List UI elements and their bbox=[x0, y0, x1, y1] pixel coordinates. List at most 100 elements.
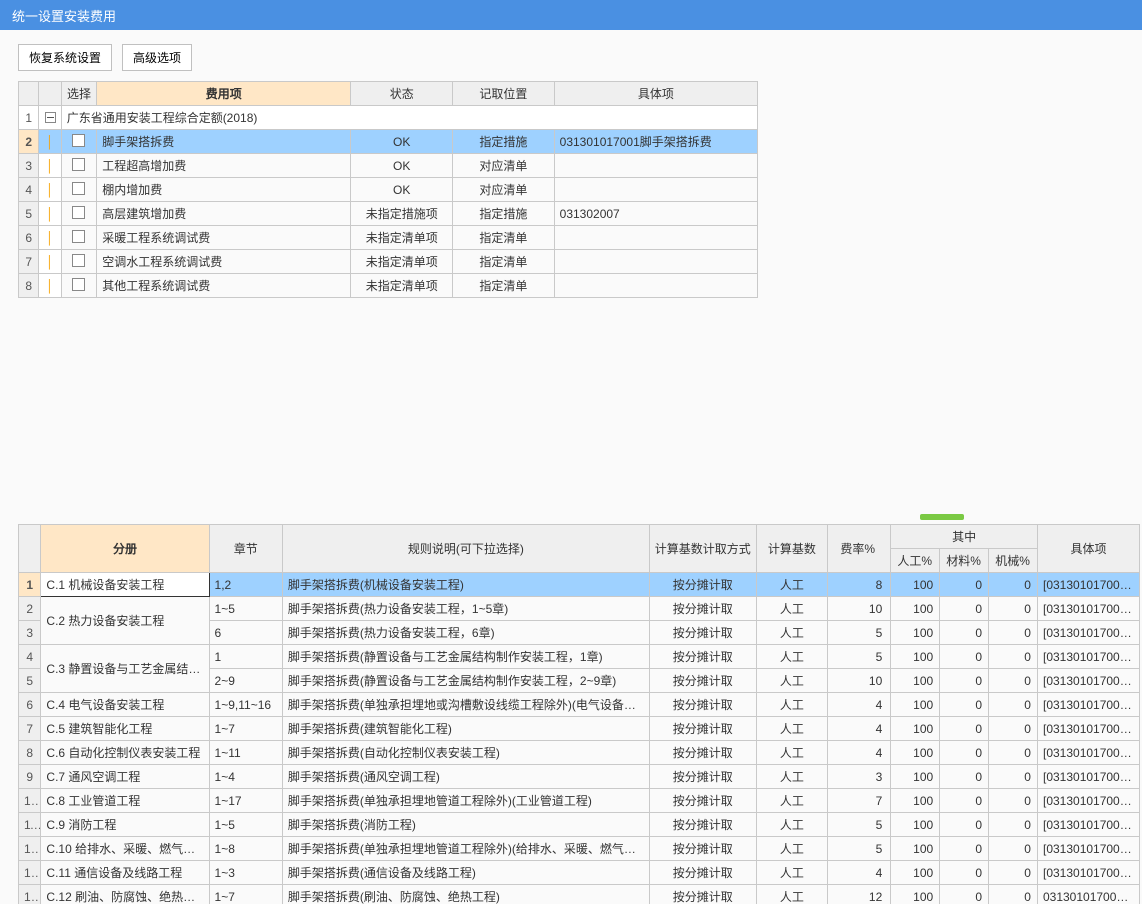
fee-items-table[interactable]: 选择 费用项 状态 记取位置 具体项 1广东省通用安装工程综合定额(2018)2… bbox=[18, 81, 758, 298]
location-cell[interactable]: 指定清单 bbox=[453, 250, 555, 274]
calc-method-cell[interactable]: 按分摊计取 bbox=[649, 621, 756, 645]
labor-cell[interactable]: 100 bbox=[891, 717, 940, 741]
checkbox-cell[interactable] bbox=[61, 130, 97, 154]
calc-method-cell[interactable]: 按分摊计取 bbox=[649, 693, 756, 717]
material-cell[interactable]: 0 bbox=[940, 693, 989, 717]
rule-cell[interactable]: 脚手架搭拆费(刷油、防腐蚀、绝热工程) bbox=[282, 885, 649, 904]
rate-cell[interactable]: 4 bbox=[828, 717, 891, 741]
table-row[interactable]: 10C.8 工业管道工程1~17脚手架搭拆费(单独承担埋地管道工程除外)(工业管… bbox=[19, 789, 1140, 813]
labor-cell[interactable]: 100 bbox=[891, 861, 940, 885]
chapter-header[interactable]: 章节 bbox=[209, 525, 282, 573]
rate-header[interactable]: 费率% bbox=[828, 525, 891, 573]
calc-base-cell[interactable]: 人工 bbox=[756, 765, 827, 789]
table-row[interactable]: 8│其他工程系统调试费未指定清单项指定清单 bbox=[19, 274, 758, 298]
machine-cell[interactable]: 0 bbox=[989, 717, 1038, 741]
rule-cell[interactable]: 脚手架搭拆费(单独承担埋地或沟槽敷设线缆工程除外)(电气设备… bbox=[282, 693, 649, 717]
rate-cell[interactable]: 5 bbox=[828, 645, 891, 669]
table-row[interactable]: 4│棚内增加费OK对应清单 bbox=[19, 178, 758, 202]
fee-item-header[interactable]: 费用项 bbox=[97, 82, 351, 106]
rule-cell[interactable]: 脚手架搭拆费(单独承担埋地管道工程除外)(工业管道工程) bbox=[282, 789, 649, 813]
rate-cell[interactable]: 5 bbox=[828, 813, 891, 837]
labor-cell[interactable]: 100 bbox=[891, 765, 940, 789]
machine-cell[interactable]: 0 bbox=[989, 645, 1038, 669]
machine-cell[interactable]: 0 bbox=[989, 765, 1038, 789]
rate-cell[interactable]: 10 bbox=[828, 597, 891, 621]
specific-cell-2[interactable]: [031301017001… bbox=[1037, 837, 1139, 861]
location-cell[interactable]: 对应清单 bbox=[453, 154, 555, 178]
rule-cell[interactable]: 脚手架搭拆费(建筑智能化工程) bbox=[282, 717, 649, 741]
volume-cell[interactable]: C.2 热力设备安装工程 bbox=[41, 597, 209, 645]
rate-cell[interactable]: 12 bbox=[828, 885, 891, 904]
labor-cell[interactable]: 100 bbox=[891, 669, 940, 693]
labor-cell[interactable]: 100 bbox=[891, 741, 940, 765]
material-cell[interactable]: 0 bbox=[940, 885, 989, 904]
chapter-cell[interactable]: 1~17 bbox=[209, 789, 282, 813]
chapter-cell[interactable]: 1,2 bbox=[209, 573, 282, 597]
labor-cell[interactable]: 100 bbox=[891, 597, 940, 621]
group-label[interactable]: 广东省通用安装工程综合定额(2018) bbox=[61, 106, 757, 130]
volume-header[interactable]: 分册 bbox=[41, 525, 209, 573]
calc-base-cell[interactable]: 人工 bbox=[756, 885, 827, 904]
rule-cell[interactable]: 脚手架搭拆费(消防工程) bbox=[282, 813, 649, 837]
material-cell[interactable]: 0 bbox=[940, 573, 989, 597]
volume-cell[interactable]: C.1 机械设备安装工程 bbox=[41, 573, 209, 597]
checkbox-cell[interactable] bbox=[61, 154, 97, 178]
machine-cell[interactable]: 0 bbox=[989, 813, 1038, 837]
checkbox-cell[interactable] bbox=[61, 274, 97, 298]
chapter-cell[interactable]: 1~7 bbox=[209, 717, 282, 741]
fee-item-cell[interactable]: 高层建筑增加费 bbox=[97, 202, 351, 226]
labor-header[interactable]: 人工% bbox=[891, 549, 940, 573]
calc-method-cell[interactable]: 按分摊计取 bbox=[649, 645, 756, 669]
labor-cell[interactable]: 100 bbox=[891, 693, 940, 717]
volume-cell[interactable]: C.5 建筑智能化工程 bbox=[41, 717, 209, 741]
calc-method-cell[interactable]: 按分摊计取 bbox=[649, 837, 756, 861]
specific-cell-2[interactable]: [031301017001… bbox=[1037, 669, 1139, 693]
chapter-cell[interactable]: 2~9 bbox=[209, 669, 282, 693]
specific-cell-2[interactable]: 031301017001… bbox=[1037, 885, 1139, 904]
calc-base-cell[interactable]: 人工 bbox=[756, 837, 827, 861]
rate-cell[interactable]: 5 bbox=[828, 837, 891, 861]
table-row[interactable]: 11C.9 消防工程1~5脚手架搭拆费(消防工程)按分摊计取人工510000[0… bbox=[19, 813, 1140, 837]
checkbox-cell[interactable] bbox=[61, 250, 97, 274]
checkbox-cell[interactable] bbox=[61, 178, 97, 202]
tree-toggle[interactable] bbox=[39, 106, 61, 130]
volume-cell[interactable]: C.4 电气设备安装工程 bbox=[41, 693, 209, 717]
volume-cell[interactable]: C.12 刷油、防腐蚀、绝热… bbox=[41, 885, 209, 904]
volume-cell[interactable]: C.3 静置设备与工艺金属结构制作安装工程 bbox=[41, 645, 209, 693]
specific-cell-2[interactable]: [031301017001… bbox=[1037, 741, 1139, 765]
chapter-cell[interactable]: 1~4 bbox=[209, 765, 282, 789]
table-row[interactable]: 5│高层建筑增加费未指定措施项指定措施031302007 bbox=[19, 202, 758, 226]
calc-method-cell[interactable]: 按分摊计取 bbox=[649, 789, 756, 813]
rule-cell[interactable]: 脚手架搭拆费(通信设备及线路工程) bbox=[282, 861, 649, 885]
rate-cell[interactable]: 8 bbox=[828, 573, 891, 597]
checkbox-cell[interactable] bbox=[61, 202, 97, 226]
fee-item-cell[interactable]: 空调水工程系统调试费 bbox=[97, 250, 351, 274]
table-row[interactable]: 1C.1 机械设备安装工程1,2脚手架搭拆费(机械设备安装工程)按分摊计取人工8… bbox=[19, 573, 1140, 597]
machine-cell[interactable]: 0 bbox=[989, 861, 1038, 885]
table-row[interactable]: 8C.6 自动化控制仪表安装工程1~11脚手架搭拆费(自动化控制仪表安装工程)按… bbox=[19, 741, 1140, 765]
calc-base-cell[interactable]: 人工 bbox=[756, 789, 827, 813]
chapter-cell[interactable]: 1~8 bbox=[209, 837, 282, 861]
restore-defaults-button[interactable]: 恢复系统设置 bbox=[18, 44, 112, 71]
material-cell[interactable]: 0 bbox=[940, 813, 989, 837]
calc-base-header[interactable]: 计算基数 bbox=[756, 525, 827, 573]
calc-method-cell[interactable]: 按分摊计取 bbox=[649, 717, 756, 741]
location-cell[interactable]: 指定措施 bbox=[453, 202, 555, 226]
specific-cell-2[interactable]: [031301017001… bbox=[1037, 813, 1139, 837]
chapter-cell[interactable]: 1~9,11~16 bbox=[209, 693, 282, 717]
rule-cell[interactable]: 脚手架搭拆费(静置设备与工艺金属结构制作安装工程，2~9章) bbox=[282, 669, 649, 693]
rules-table[interactable]: 分册 章节 规则说明(可下拉选择) 计算基数计取方式 计算基数 费率% 其中 具… bbox=[18, 524, 1140, 904]
specific-header[interactable]: 具体项 bbox=[554, 82, 757, 106]
specific-cell[interactable] bbox=[554, 226, 757, 250]
calc-base-cell[interactable]: 人工 bbox=[756, 813, 827, 837]
rate-cell[interactable]: 4 bbox=[828, 861, 891, 885]
material-cell[interactable]: 0 bbox=[940, 765, 989, 789]
fee-item-cell[interactable]: 棚内增加费 bbox=[97, 178, 351, 202]
advanced-options-button[interactable]: 高级选项 bbox=[122, 44, 192, 71]
location-cell[interactable]: 对应清单 bbox=[453, 178, 555, 202]
calc-method-cell[interactable]: 按分摊计取 bbox=[649, 885, 756, 904]
labor-cell[interactable]: 100 bbox=[891, 789, 940, 813]
specific-cell-2[interactable]: [031301017001… bbox=[1037, 621, 1139, 645]
table-row[interactable]: 6│采暖工程系统调试费未指定清单项指定清单 bbox=[19, 226, 758, 250]
material-cell[interactable]: 0 bbox=[940, 861, 989, 885]
